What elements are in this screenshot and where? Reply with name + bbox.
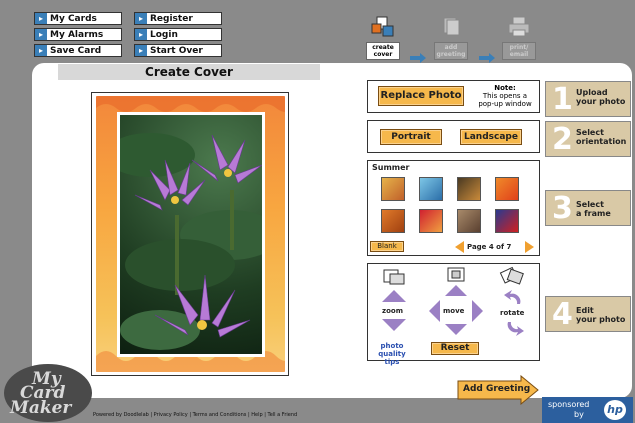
printer-icon — [508, 16, 530, 37]
login-button[interactable]: ▸ Login — [134, 28, 222, 41]
water-lily-image — [120, 133, 262, 350]
flow-arrow-icon — [479, 53, 495, 63]
step-print-email[interactable]: print/email — [502, 16, 536, 60]
arrow-right-icon: ▸ — [35, 45, 47, 56]
my-card-maker-logo: My Card Maker — [4, 364, 92, 422]
move-image-icon — [447, 267, 465, 282]
step-tab-orientation: 2 Select orientation — [545, 121, 631, 157]
zoom-in-icon[interactable] — [382, 290, 406, 302]
rotate-right-icon[interactable] — [504, 320, 524, 336]
arrow-right-icon: ▸ — [35, 29, 47, 40]
frame-thumbnail[interactable] — [381, 209, 405, 233]
move-up-icon[interactable] — [445, 285, 467, 296]
photo-quality-tips-link[interactable]: photo quality tips — [370, 342, 414, 366]
step-tab-upload: 1 Upload your photo — [545, 81, 631, 117]
rotate-label: rotate — [500, 309, 525, 317]
frame-thumbnail[interactable] — [495, 209, 519, 233]
my-cards-label: My Cards — [50, 13, 97, 24]
move-down-icon[interactable] — [445, 324, 467, 335]
previous-page-icon[interactable] — [455, 241, 464, 253]
frame-category-label: Summer — [372, 163, 410, 172]
register-button[interactable]: ▸ Register — [134, 12, 222, 25]
step-add-greeting[interactable]: add greeting — [434, 16, 468, 60]
portrait-button[interactable]: Portrait — [380, 129, 442, 145]
step-print-email-label: print/email — [502, 42, 536, 60]
replace-photo-button[interactable]: Replace Photo — [378, 86, 464, 106]
blank-frame-button[interactable]: Blank — [370, 241, 404, 252]
frame-thumbnail[interactable] — [419, 209, 443, 233]
frame-thumbnail[interactable] — [381, 177, 405, 201]
rotate-left-icon[interactable] — [504, 290, 524, 306]
my-cards-button[interactable]: ▸ My Cards — [34, 12, 122, 25]
register-label: Register — [150, 13, 193, 24]
frame-page-indicator: Page 4 of 7 — [467, 243, 512, 251]
sponsor-badge[interactable]: sponsored by hp — [542, 397, 633, 423]
step-create-cover-label: create cover — [366, 42, 400, 60]
landscape-button[interactable]: Landscape — [460, 129, 522, 145]
rotate-image-icon — [499, 266, 524, 285]
popup-note: Note: This opens a pop-up window — [478, 84, 532, 108]
move-label: move — [443, 307, 465, 315]
frame-thumbnail[interactable] — [457, 177, 481, 201]
add-greeting-icon — [443, 17, 460, 36]
arrow-right-icon: ▸ — [135, 29, 147, 40]
my-alarms-label: My Alarms — [50, 29, 104, 40]
step-add-greeting-label: add greeting — [434, 42, 468, 60]
frame-thumbnail[interactable] — [419, 177, 443, 201]
step-create-cover[interactable]: create cover — [366, 16, 400, 60]
move-right-icon[interactable] — [472, 300, 483, 322]
flow-arrow-icon — [410, 53, 426, 63]
start-over-button[interactable]: ▸ Start Over — [134, 44, 222, 57]
zoom-image-icon — [383, 269, 405, 285]
arrow-right-icon: ▸ — [135, 45, 147, 56]
arrow-right-icon: ▸ — [135, 13, 147, 24]
zoom-label: zoom — [382, 307, 403, 315]
cover-photo[interactable] — [117, 112, 265, 357]
arrow-right-icon: ▸ — [35, 13, 47, 24]
step-tab-edit: 4 Edit your photo — [545, 296, 631, 332]
frame-thumbnail[interactable] — [495, 177, 519, 201]
move-left-icon[interactable] — [429, 300, 440, 322]
step-tab-frame: 3 Select a frame — [545, 190, 631, 226]
footer-links[interactable]: Powered by Doodlelab | Privacy Policy | … — [93, 412, 297, 418]
add-greeting-button[interactable]: Add Greeting — [457, 375, 539, 405]
next-page-icon[interactable] — [525, 241, 534, 253]
page-title: Create Cover — [58, 64, 320, 80]
login-label: Login — [150, 29, 178, 40]
save-card-label: Save Card — [50, 45, 102, 56]
frame-thumbnail[interactable] — [457, 209, 481, 233]
reset-button[interactable]: Reset — [431, 342, 479, 355]
my-alarms-button[interactable]: ▸ My Alarms — [34, 28, 122, 41]
start-over-label: Start Over — [150, 45, 203, 56]
zoom-out-icon[interactable] — [382, 319, 406, 331]
create-cover-icon — [371, 16, 394, 37]
add-greeting-label: Add Greeting — [463, 384, 531, 394]
save-card-button[interactable]: ▸ Save Card — [34, 44, 122, 57]
hp-logo: hp — [604, 400, 626, 420]
